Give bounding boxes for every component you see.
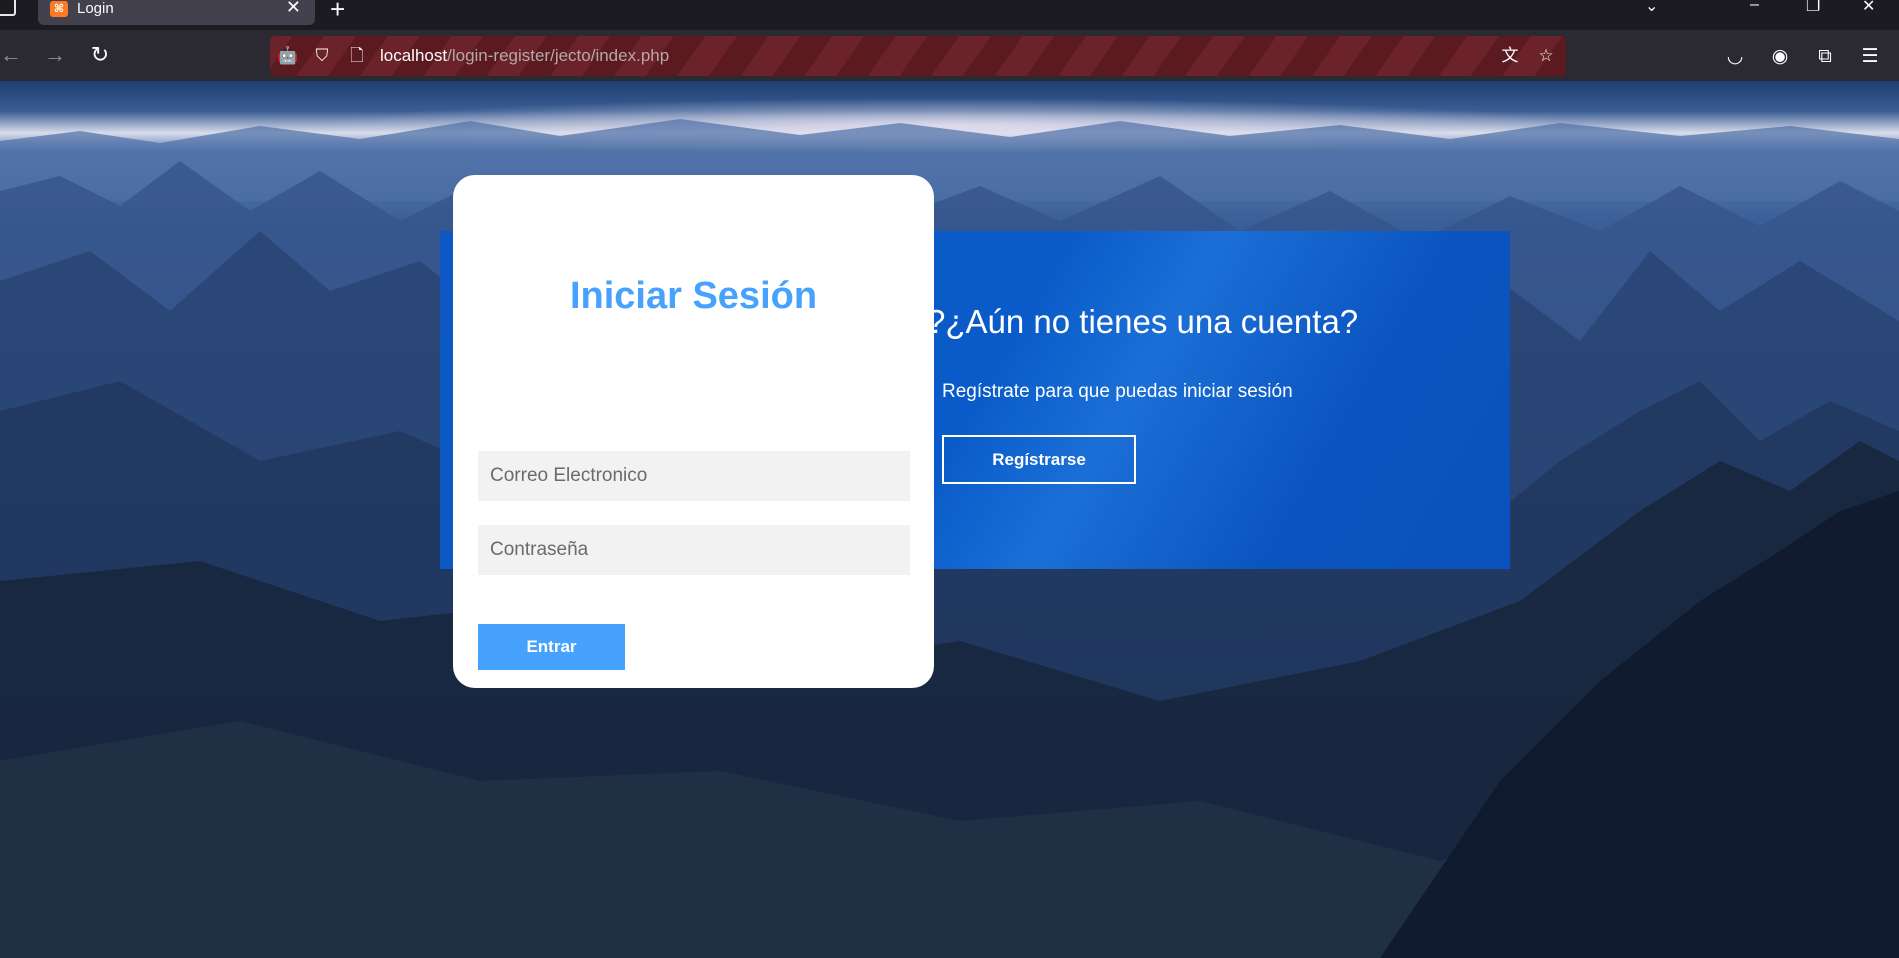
back-arrow-icon[interactable]: ← xyxy=(0,40,26,70)
translate-icon[interactable]: 文 xyxy=(1498,44,1522,68)
restore-icon[interactable]: ❐ xyxy=(1806,0,1820,16)
url-path: /login-register/jecto/index.php xyxy=(447,46,670,65)
url-text[interactable]: localhost/login-register/jecto/index.php xyxy=(380,46,669,66)
url-host: localhost xyxy=(380,46,448,65)
login-button[interactable]: Entrar xyxy=(478,624,625,670)
page-background: ?¿Aún no tienes una cuenta? Regístrate p… xyxy=(0,81,1899,958)
register-title: ?¿Aún no tienes una cuenta? xyxy=(927,303,1359,340)
account-icon[interactable]: ◉ xyxy=(1767,44,1793,70)
login-card: Iniciar Sesión Entrar xyxy=(453,175,934,688)
url-bar[interactable]: 🤖 ⛉ 🗋 localhost/login-register/jecto/ind… xyxy=(270,36,1566,76)
forward-arrow-icon[interactable]: → xyxy=(40,40,70,70)
tab-title: Login xyxy=(77,0,114,17)
menu-icon[interactable]: ☰ xyxy=(1857,44,1883,70)
robot-icon[interactable]: 🤖 xyxy=(276,44,300,68)
reload-icon[interactable]: ↻ xyxy=(85,40,115,70)
register-button[interactable]: Regístrarse xyxy=(942,435,1136,484)
shield-icon[interactable]: ⛉ xyxy=(310,44,334,68)
pocket-icon[interactable]: ◡ xyxy=(1722,44,1748,70)
star-icon[interactable]: ☆ xyxy=(1534,44,1558,68)
email-field[interactable] xyxy=(478,451,910,501)
sidebar-toggle-icon[interactable] xyxy=(0,0,16,16)
tab-bar: ⌘ Login ✕ + ⌄ – ❐ ✕ xyxy=(0,0,1899,30)
password-field[interactable] xyxy=(478,525,910,575)
new-tab-icon[interactable]: + xyxy=(330,0,345,25)
xampp-icon: ⌘ xyxy=(50,0,68,17)
window-close-icon[interactable]: ✕ xyxy=(1862,0,1875,16)
close-icon[interactable]: ✕ xyxy=(286,0,301,18)
minimize-icon[interactable]: – xyxy=(1750,0,1759,14)
register-description: Regístrate para que puedas iniciar sesió… xyxy=(942,381,1293,402)
chevron-down-icon[interactable]: ⌄ xyxy=(1645,0,1658,16)
navigation-toolbar: ← → ↻ 🤖 ⛉ 🗋 localhost/login-register/jec… xyxy=(0,30,1899,81)
page-icon[interactable]: 🗋 xyxy=(345,44,369,68)
extensions-icon[interactable]: ⧉ xyxy=(1812,44,1838,70)
login-title: Iniciar Sesión xyxy=(569,275,818,317)
tab-login[interactable]: ⌘ Login ✕ xyxy=(38,0,315,25)
